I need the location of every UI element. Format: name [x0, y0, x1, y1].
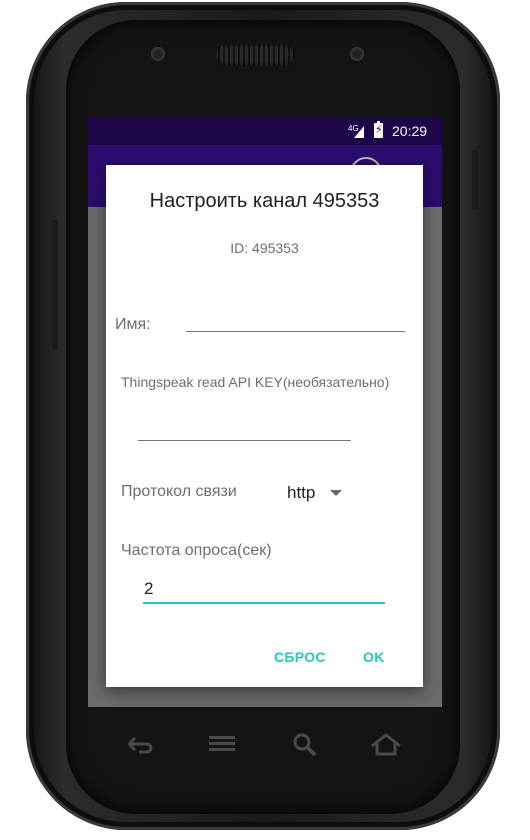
search-icon[interactable] [288, 732, 322, 762]
back-icon[interactable] [123, 732, 157, 762]
frequency-input[interactable]: 2 [144, 579, 153, 599]
home-icon[interactable] [369, 732, 403, 762]
frequency-input-underline [143, 602, 385, 604]
protocol-label: Протокол связи [121, 483, 237, 500]
earpiece-speaker [215, 44, 295, 66]
api-key-input[interactable] [138, 416, 351, 438]
reset-button[interactable]: СБРОС [274, 649, 326, 665]
configure-channel-dialog: Настроить канал 495353 ID: 495353 Имя: T… [106, 165, 423, 687]
api-key-label: Thingspeak read API KEY(необязательно) [121, 374, 390, 390]
dialog-title: Настроить канал 495353 [149, 190, 380, 212]
volume-button [52, 220, 58, 350]
name-input-underline [186, 331, 405, 332]
frequency-label: Частота опроса(сек) [121, 542, 272, 559]
sensor-icon [350, 47, 364, 61]
menu-icon[interactable] [205, 732, 239, 762]
ok-button[interactable]: OK [363, 649, 385, 665]
hardware-nav-bar [90, 720, 440, 776]
front-camera-icon [151, 47, 165, 61]
charging-icon: ⚡ [375, 124, 383, 136]
clock: 20:29 [392, 123, 428, 139]
status-bar: 4G ⚡ 20:29 [88, 117, 442, 145]
name-input[interactable] [186, 309, 405, 331]
api-key-input-underline [138, 440, 351, 441]
channel-id: ID: 495353 [230, 240, 299, 256]
protocol-dropdown[interactable]: http [287, 483, 315, 503]
power-button [472, 150, 478, 210]
signal-icon [354, 126, 364, 138]
dropdown-arrow-icon[interactable] [330, 490, 342, 496]
battery-icon: ⚡ [374, 121, 383, 138]
name-label: Имя: [115, 316, 151, 333]
